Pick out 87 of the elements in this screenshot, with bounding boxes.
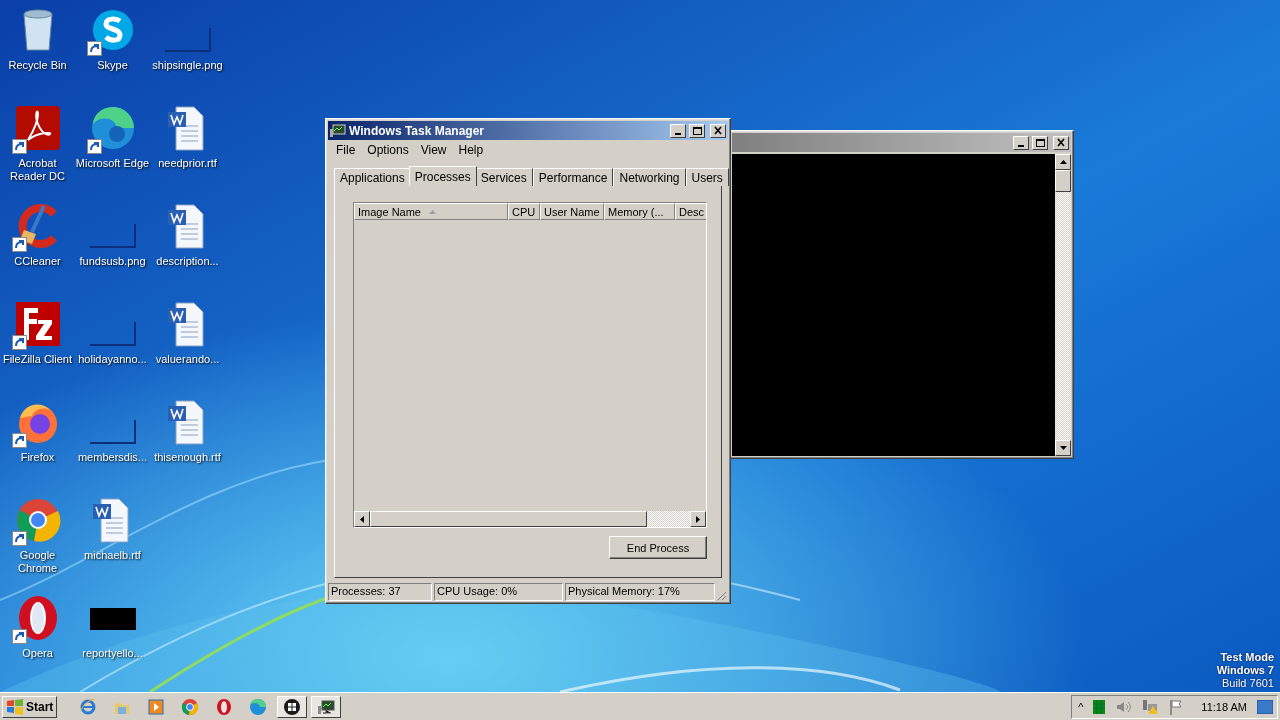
start-button[interactable]: Start: [2, 695, 58, 718]
tab[interactable]: Performance: [532, 168, 614, 186]
test-mode-text: Test Mode: [1220, 651, 1274, 664]
status-text: Physical Memory: 17%: [565, 583, 715, 601]
icon-label[interactable]: shipsingle.png: [152, 59, 223, 72]
icon-label[interactable]: needprior.rtf: [158, 157, 217, 170]
network-warning-icon[interactable]: [1141, 698, 1160, 715]
minimize-button[interactable]: [670, 123, 686, 138]
taskbar-button[interactable]: [277, 695, 308, 718]
maximize-icon: [1034, 137, 1046, 148]
image-file-icon: [164, 28, 211, 52]
menu-item[interactable]: File: [330, 143, 362, 157]
image-file-icon: [89, 224, 136, 248]
maximize-icon: [691, 125, 703, 136]
image-file-icon: [89, 420, 136, 444]
menu-item[interactable]: View: [414, 143, 453, 157]
scrollbar-thumb[interactable]: [1055, 170, 1071, 192]
document-app-icon: [13, 104, 62, 152]
icon-label[interactable]: description...: [156, 255, 219, 268]
icon-label[interactable]: Acrobat Reader DC: [0, 157, 75, 183]
close-icon: [712, 125, 724, 136]
window-logo-icon: [283, 697, 302, 716]
close-icon: [1055, 137, 1067, 148]
icon-label[interactable]: Skype: [97, 59, 128, 72]
column-header[interactable]: Desc: [675, 203, 706, 220]
icon-label[interactable]: fundsusb.png: [79, 255, 146, 268]
test-mode-text: Build 7601: [1222, 677, 1274, 690]
test-mode-text: Windows 7: [1216, 664, 1274, 677]
show-desktop-icon[interactable]: [1257, 699, 1273, 714]
down-arrow-icon: [1059, 446, 1067, 450]
icon-label[interactable]: FileZilla Client: [2, 353, 73, 366]
tab[interactable]: Applications: [334, 168, 411, 186]
tab[interactable]: Processes: [408, 166, 477, 186]
clock[interactable]: 11:18 AM: [1201, 700, 1247, 713]
window-title: Windows Task Manager: [349, 123, 486, 138]
scroll-down-button[interactable]: [1055, 440, 1071, 456]
scroll-right-button[interactable]: [690, 511, 706, 527]
letter-e-icon: [79, 697, 98, 716]
close-button[interactable]: [1053, 135, 1069, 150]
sort-arrow-icon: [429, 209, 436, 214]
browser-icon: [181, 697, 200, 716]
scroll-left-button[interactable]: [354, 511, 370, 527]
icon-label[interactable]: Recycle Bin: [8, 59, 67, 72]
resize-grip-icon[interactable]: [717, 591, 727, 601]
up-arrow-icon: [1059, 160, 1067, 164]
tab[interactable]: Services: [474, 168, 533, 186]
maximize-button[interactable]: [689, 123, 705, 138]
icon-label[interactable]: Firefox: [20, 451, 55, 464]
taskbar-button[interactable]: [311, 695, 342, 718]
tab[interactable]: Users: [685, 168, 729, 186]
end-process-button[interactable]: End Process: [609, 536, 707, 559]
maximize-button[interactable]: [1032, 135, 1048, 150]
icon-label[interactable]: thisenough.rtf: [154, 451, 221, 464]
column-header[interactable]: CPU: [508, 203, 540, 220]
scroll-up-button[interactable]: [1055, 154, 1071, 170]
icon-label[interactable]: valuerando...: [155, 353, 220, 366]
icon-label[interactable]: holidayanno...: [78, 353, 147, 366]
window-logo-icon: [6, 698, 24, 715]
meter-icon[interactable]: [1093, 699, 1106, 714]
right-arrow-icon: [696, 515, 700, 523]
icon-label[interactable]: Microsoft Edge: [75, 157, 150, 170]
image-file-icon: [89, 322, 136, 346]
monitor-icon: [317, 697, 336, 716]
close-button[interactable]: [710, 123, 726, 138]
left-arrow-icon: [360, 515, 364, 523]
minimize-icon: [675, 132, 681, 135]
status-text: Processes: 37: [328, 583, 432, 601]
show-hidden-icons-button[interactable]: ^: [1078, 700, 1084, 713]
minimize-button[interactable]: [1013, 135, 1029, 150]
scrollbar-thumb[interactable]: [370, 511, 647, 527]
column-header[interactable]: Image Name: [354, 203, 508, 220]
monitor-icon: [330, 123, 346, 138]
icon-label[interactable]: Google Chrome: [0, 549, 75, 575]
column-header[interactable]: Memory (...: [604, 203, 675, 220]
icon-label[interactable]: membersdis...: [77, 451, 148, 464]
menu-item[interactable]: Options: [361, 143, 415, 157]
wave-browser-icon: [249, 697, 268, 716]
flag-icon[interactable]: [1169, 698, 1184, 715]
tab[interactable]: Networking: [613, 168, 686, 186]
minimize-icon: [1018, 144, 1024, 147]
app-logo-icon: [13, 300, 62, 348]
ring-logo-icon: [215, 697, 234, 716]
column-header[interactable]: User Name: [540, 203, 604, 220]
icon-label[interactable]: CCleaner: [14, 255, 61, 268]
play-icon: [147, 697, 166, 716]
status-text: CPU Usage: 0%: [434, 583, 563, 601]
menu-item[interactable]: Help: [452, 143, 490, 157]
